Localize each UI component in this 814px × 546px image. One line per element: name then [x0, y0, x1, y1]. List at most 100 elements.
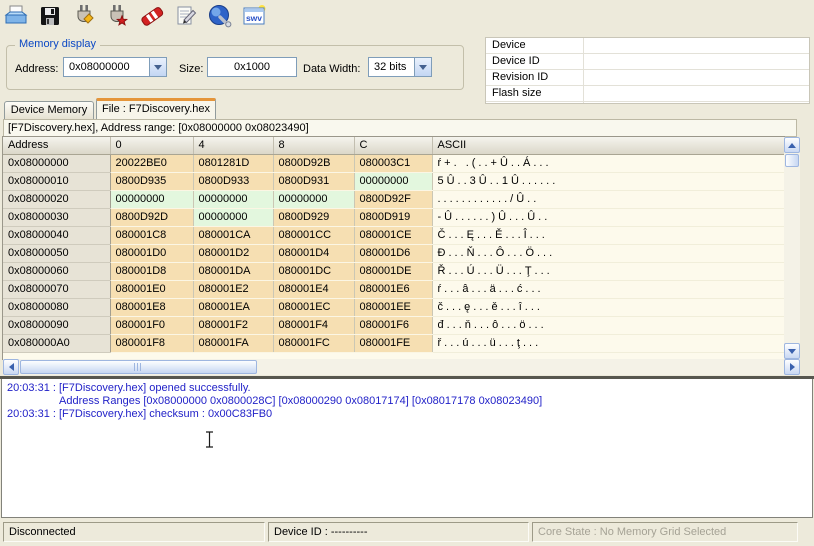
connect-button[interactable] [70, 4, 97, 31]
right-arrow-icon [790, 363, 799, 371]
grid-hex-cell[interactable]: 080001D8 [110, 262, 193, 280]
grid-hex-cell[interactable]: 080001F8 [110, 334, 193, 352]
grid-ascii-cell[interactable]: Đ...Ň...Ô...Ö... [432, 244, 784, 262]
grid-hex-cell[interactable]: 080001D6 [354, 244, 432, 262]
grid-hex-cell[interactable]: 080001EC [273, 298, 354, 316]
grid-hex-cell[interactable]: 080001D2 [193, 244, 273, 262]
grid-hex-cell[interactable]: 080001FE [354, 334, 432, 352]
save-icon [38, 4, 62, 31]
grid-ascii-cell[interactable]: č...ę...ě...î... [432, 298, 784, 316]
grid-hex-cell[interactable]: 080001E0 [110, 280, 193, 298]
grid-ascii-cell[interactable]: ŕ+. .(..+Û..Á... [432, 154, 784, 172]
grid-hex-cell[interactable]: 080001F2 [193, 316, 273, 334]
device-info-label: Device [486, 38, 809, 53]
svg-text:swv: swv [245, 13, 261, 23]
grid-hex-cell[interactable]: 080001FC [273, 334, 354, 352]
grid-address-cell: 0x08000040 [3, 226, 110, 244]
scroll-left-button[interactable] [3, 359, 19, 375]
down-arrow-icon [788, 349, 796, 358]
grid-hex-cell[interactable]: 080001DC [273, 262, 354, 280]
memory-row: 0x08000070080001E0080001E2080001E4080001… [3, 280, 784, 298]
chevron-down-icon[interactable] [149, 58, 166, 76]
grid-hex-cell[interactable]: 00000000 [110, 190, 193, 208]
grid-ascii-cell[interactable]: ŕ...â...ä...ć... [432, 280, 784, 298]
memory-grid-table: Address048CASCII 0x0800000020022BE008012… [3, 137, 784, 353]
left-arrow-icon [5, 363, 14, 371]
data-width-combo[interactable]: 32 bits [368, 57, 432, 77]
scroll-up-button[interactable] [784, 137, 800, 153]
grid-hex-cell[interactable]: 080001F6 [354, 316, 432, 334]
size-input[interactable] [207, 57, 297, 77]
address-combo[interactable]: 0x08000000 [63, 57, 167, 77]
scroll-down-button[interactable] [784, 343, 800, 359]
grid-hex-cell[interactable]: 080001E2 [193, 280, 273, 298]
log-output[interactable]: 20:03:31 : [F7Discovery.hex] opened succ… [1, 379, 813, 518]
memory-row: 0x08000090080001F0080001F2080001F4080001… [3, 316, 784, 334]
memory-grid: Address048CASCII 0x0800000020022BE008012… [3, 137, 784, 359]
save-button[interactable] [36, 4, 63, 31]
tab-file-hex[interactable]: File : F7Discovery.hex [96, 98, 216, 119]
grid-address-cell: 0x08000050 [3, 244, 110, 262]
grid-hex-cell[interactable]: 080001F4 [273, 316, 354, 334]
memory-display-group: Memory display Address: 0x08000000 Size:… [6, 45, 464, 90]
grid-hex-cell[interactable]: 0800D929 [273, 208, 354, 226]
grid-hex-cell[interactable]: 20022BE0 [110, 154, 193, 172]
grid-hex-cell[interactable]: 0800D92F [354, 190, 432, 208]
grid-hex-cell[interactable]: 080001E4 [273, 280, 354, 298]
grid-hex-cell[interactable]: 080001C8 [110, 226, 193, 244]
grid-hex-cell[interactable]: 080001F0 [110, 316, 193, 334]
grid-hex-cell[interactable]: 080001D4 [273, 244, 354, 262]
grid-column-header: C [354, 137, 432, 154]
grid-hex-cell[interactable]: 0800D92D [110, 208, 193, 226]
grid-ascii-cell[interactable]: ............/Û.. [432, 190, 784, 208]
grid-hex-cell[interactable]: 0801281D [193, 154, 273, 172]
disconnect-button[interactable] [104, 4, 131, 31]
horizontal-scroll-thumb[interactable] [20, 360, 257, 374]
grid-hex-cell[interactable]: 080001CE [354, 226, 432, 244]
grid-hex-cell[interactable]: 080003C1 [354, 154, 432, 172]
grid-hex-cell[interactable]: 00000000 [193, 190, 273, 208]
grid-ascii-cell[interactable]: 5Û..3Û..1Û...... [432, 172, 784, 190]
grid-ascii-cell[interactable]: Č...Ę...Ě...Î... [432, 226, 784, 244]
grid-ascii-cell[interactable]: Ř...Ú...Ü...Ţ... [432, 262, 784, 280]
program-verify-button[interactable] [172, 4, 199, 31]
grid-hex-cell[interactable]: 00000000 [354, 172, 432, 190]
grid-hex-cell[interactable]: 0800D933 [193, 172, 273, 190]
grid-ascii-cell[interactable]: ř...ú...ü...ţ... [432, 334, 784, 352]
grid-hex-cell[interactable]: 080001CA [193, 226, 273, 244]
swv-button[interactable]: swv [240, 4, 267, 31]
text-cursor [205, 431, 214, 451]
scroll-right-button[interactable] [784, 359, 800, 375]
grid-hex-cell[interactable]: 0800D931 [273, 172, 354, 190]
grid-hex-cell[interactable]: 080001EE [354, 298, 432, 316]
grid-horizontal-scrollbar[interactable] [3, 359, 800, 375]
chevron-down-icon[interactable] [414, 58, 431, 76]
grid-hex-cell[interactable]: 080001EA [193, 298, 273, 316]
tab-device-memory[interactable]: Device Memory [4, 101, 94, 119]
grid-hex-cell[interactable]: 080001E8 [110, 298, 193, 316]
grid-hex-cell[interactable]: 080001E6 [354, 280, 432, 298]
grid-hex-cell[interactable]: 080001D0 [110, 244, 193, 262]
grid-hex-cell[interactable]: 00000000 [273, 190, 354, 208]
grid-ascii-cell[interactable]: đ...ň...ô...ö... [432, 316, 784, 334]
grid-hex-cell[interactable]: 0800D935 [110, 172, 193, 190]
grid-hex-cell[interactable]: 00000000 [193, 208, 273, 226]
address-combo-value: 0x08000000 [64, 58, 149, 76]
grid-hex-cell[interactable]: 080001DA [193, 262, 273, 280]
grid-hex-cell[interactable]: 080001FA [193, 334, 273, 352]
grid-ascii-cell[interactable]: -Û......)Û...Û.. [432, 208, 784, 226]
erase-chip-button[interactable] [138, 4, 165, 31]
file-address-range-bar: [F7Discovery.hex], Address range: [0x080… [3, 119, 797, 137]
grid-hex-cell[interactable]: 080001CC [273, 226, 354, 244]
core-state-status: Core State : No Memory Grid Selected [532, 522, 798, 542]
memory-row: 0x0800000020022BE00801281D0800D92B080003… [3, 154, 784, 172]
open-file-button[interactable] [2, 4, 29, 31]
grid-hex-cell[interactable]: 0800D919 [354, 208, 432, 226]
grid-address-cell: 0x08000060 [3, 262, 110, 280]
vertical-scroll-thumb[interactable] [785, 154, 799, 167]
grid-hex-cell[interactable]: 080001DE [354, 262, 432, 280]
grid-hex-cell[interactable]: 0800D92B [273, 154, 354, 172]
device-info-row: Flash size [486, 86, 809, 102]
settings-button[interactable] [206, 4, 233, 31]
grid-vertical-scrollbar[interactable] [784, 137, 800, 359]
